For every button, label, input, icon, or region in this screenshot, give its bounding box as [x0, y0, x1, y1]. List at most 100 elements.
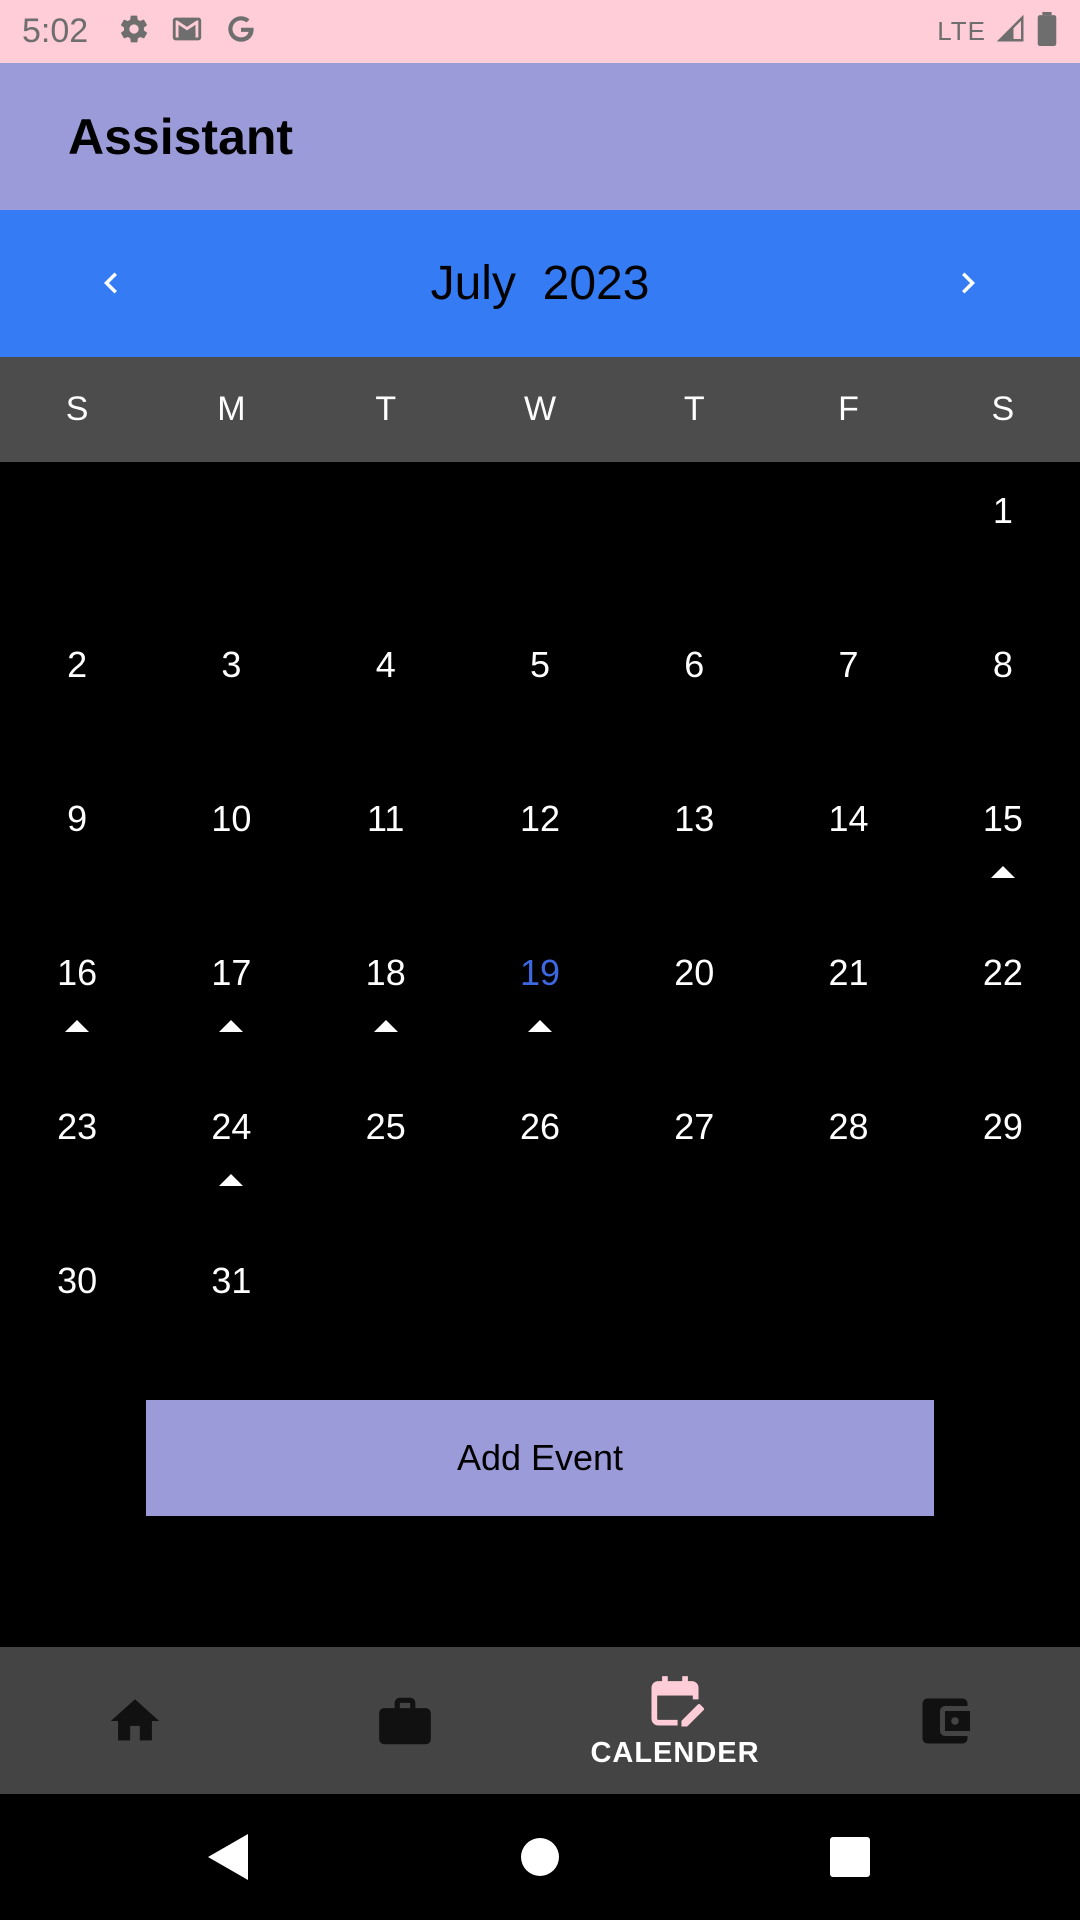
- empty-day-cell: [463, 1232, 617, 1386]
- day-number: 26: [519, 1106, 561, 1147]
- weekday-label: T: [683, 390, 705, 428]
- wallet-icon: [922, 1698, 970, 1743]
- day-cell[interactable]: 17: [154, 924, 308, 1078]
- briefcase-icon: [379, 1697, 431, 1744]
- day-cell[interactable]: 6: [617, 616, 771, 770]
- day-number: 23: [57, 1106, 98, 1147]
- day-cell[interactable]: 10: [154, 770, 308, 924]
- system-home-button[interactable]: [505, 1822, 575, 1892]
- day-cell[interactable]: 21: [771, 924, 925, 1078]
- day-cell[interactable]: 28: [771, 1078, 925, 1232]
- day-cell[interactable]: 24: [154, 1078, 308, 1232]
- day-cell[interactable]: 3: [154, 616, 308, 770]
- previous-month-button[interactable]: [81, 253, 141, 313]
- empty-day-cell: [926, 1232, 1080, 1386]
- day-number: 17: [211, 952, 252, 993]
- event-indicator-icon: [219, 1174, 244, 1186]
- day-number: 11: [367, 798, 405, 839]
- day-cell[interactable]: 15: [926, 770, 1080, 924]
- day-number: 16: [57, 952, 98, 993]
- chevron-right-icon: [962, 272, 975, 294]
- back-triangle-icon: [208, 1834, 248, 1880]
- gmail-icon: [170, 12, 204, 51]
- system-recents-button[interactable]: [815, 1822, 885, 1892]
- empty-day-cell: [309, 1232, 463, 1386]
- weekday-label: M: [217, 390, 246, 428]
- day-number: 4: [375, 644, 396, 685]
- day-cell[interactable]: 23: [0, 1078, 154, 1232]
- system-status: LTE: [937, 12, 1058, 51]
- day-number: 5: [529, 644, 550, 685]
- day-cell[interactable]: 16: [0, 924, 154, 1078]
- signal-icon: [996, 14, 1026, 49]
- home-icon: [110, 1698, 160, 1740]
- month-year-label: July 2023: [0, 210, 1080, 357]
- nav-home[interactable]: [0, 1647, 270, 1794]
- weekday-label: S: [991, 390, 1015, 428]
- weekday-label: S: [65, 390, 89, 428]
- year: 2023: [542, 257, 650, 310]
- day-cell[interactable]: 1: [926, 462, 1080, 616]
- day-number: 28: [828, 1106, 869, 1147]
- day-number: 14: [828, 798, 869, 839]
- app-bar: Assistant: [0, 63, 1080, 210]
- network-type: LTE: [937, 16, 986, 46]
- add-event-button[interactable]: Add Event: [146, 1400, 934, 1516]
- notification-icons: [118, 12, 258, 51]
- day-cell[interactable]: 4: [309, 616, 463, 770]
- next-month-button[interactable]: [938, 253, 998, 313]
- nav-work[interactable]: [270, 1647, 540, 1794]
- day-cell[interactable]: 19: [463, 924, 617, 1078]
- day-cell[interactable]: 8: [926, 616, 1080, 770]
- nav-calendar[interactable]: CALENDER: [540, 1647, 810, 1794]
- nav-wallet[interactable]: [810, 1647, 1080, 1794]
- day-cell[interactable]: 18: [309, 924, 463, 1078]
- day-number: 3: [221, 644, 242, 685]
- day-cell[interactable]: 27: [617, 1078, 771, 1232]
- day-cell[interactable]: 14: [771, 770, 925, 924]
- day-number: 21: [828, 952, 869, 993]
- day-cell[interactable]: 9: [0, 770, 154, 924]
- battery-icon: [1036, 12, 1058, 51]
- app-title: Assistant: [68, 108, 294, 165]
- day-cell[interactable]: 11: [309, 770, 463, 924]
- day-cell[interactable]: 25: [309, 1078, 463, 1232]
- day-number: 27: [674, 1106, 715, 1147]
- day-number: 31: [211, 1260, 252, 1301]
- weekday-header-row: SMTWTFS: [0, 357, 1080, 462]
- calendar-edit-icon: [651, 1676, 705, 1727]
- status-bar: 5:02 LTE: [0, 0, 1080, 63]
- event-indicator-icon: [65, 1020, 90, 1032]
- calendar-grid: 1 2 3 4 5 6 7 8 9 10 11 12 13 14 15 16 17 18 19 20 21 22 23 24 2…: [0, 462, 1080, 1386]
- day-number: 6: [684, 644, 705, 685]
- day-cell[interactable]: 7: [771, 616, 925, 770]
- recents-square-icon: [830, 1837, 870, 1877]
- empty-day-cell: [309, 462, 463, 616]
- empty-day-cell: [154, 462, 308, 616]
- day-cell[interactable]: 2: [0, 616, 154, 770]
- day-cell[interactable]: 5: [463, 616, 617, 770]
- day-number: 20: [674, 952, 715, 993]
- day-cell[interactable]: 12: [463, 770, 617, 924]
- weekday-label: W: [523, 390, 557, 428]
- empty-day-cell: [617, 1232, 771, 1386]
- day-cell[interactable]: 26: [463, 1078, 617, 1232]
- day-cell[interactable]: 30: [0, 1232, 154, 1386]
- day-number: 29: [982, 1106, 1023, 1147]
- system-back-button[interactable]: [192, 1822, 262, 1892]
- day-cell[interactable]: 13: [617, 770, 771, 924]
- day-cell[interactable]: 22: [926, 924, 1080, 1078]
- system-navigation-bar: [0, 1794, 1080, 1920]
- settings-icon: [118, 13, 150, 50]
- day-cell[interactable]: 29: [926, 1078, 1080, 1232]
- day-cell[interactable]: 31: [154, 1232, 308, 1386]
- day-number: 30: [57, 1260, 98, 1301]
- day-number: 1: [992, 490, 1013, 531]
- weekday-label: F: [838, 390, 859, 428]
- day-cell[interactable]: 20: [617, 924, 771, 1078]
- day-number: 10: [211, 798, 252, 839]
- event-indicator-icon: [990, 866, 1015, 878]
- status-time: 5:02: [22, 12, 89, 50]
- today-day-number: 19: [519, 952, 561, 993]
- google-icon: [224, 12, 258, 51]
